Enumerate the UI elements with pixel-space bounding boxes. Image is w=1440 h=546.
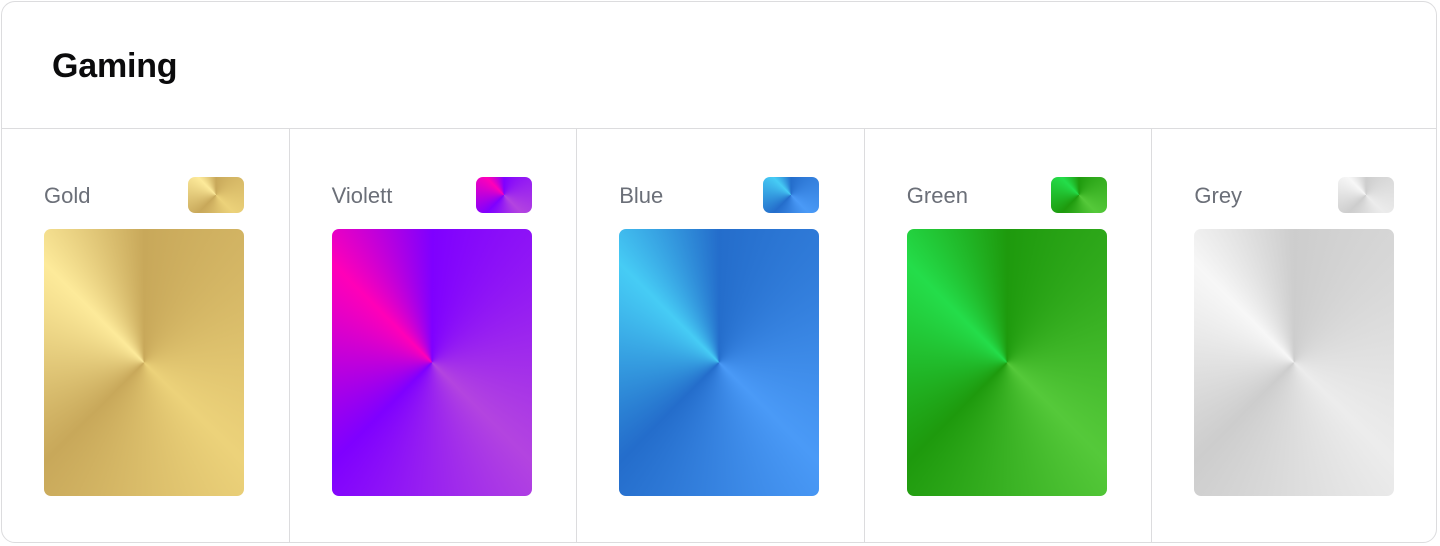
gradient-card-blue[interactable] <box>619 229 820 496</box>
gradient-card-violett[interactable] <box>331 229 532 496</box>
gradient-card-green[interactable] <box>906 229 1107 496</box>
swatch-blue: Blue <box>577 129 865 542</box>
panel-header: Gaming <box>2 2 1436 129</box>
color-chip-blue[interactable] <box>763 177 820 213</box>
swatch-grey: Grey <box>1152 129 1436 542</box>
swatch-row: Gold Violett Blue Green Grey <box>2 129 1436 542</box>
swatch-green: Green <box>865 129 1153 542</box>
swatch-label: Gold <box>44 183 91 208</box>
panel-title: Gaming <box>52 47 178 85</box>
gaming-color-panel: Gaming Gold Violett Blue Green Grey <box>1 1 1437 543</box>
swatch-violett: Violett <box>290 129 578 542</box>
swatch-label: Green <box>906 183 968 208</box>
color-chip-green[interactable] <box>1050 177 1107 213</box>
swatch-gold: Gold <box>2 129 290 542</box>
swatch-label: Grey <box>1194 183 1243 208</box>
gradient-card-gold[interactable] <box>44 229 244 496</box>
color-chip-violett[interactable] <box>475 177 532 213</box>
swatch-label: Violett <box>331 183 393 208</box>
swatch-label: Blue <box>619 183 664 208</box>
gradient-card-grey[interactable] <box>1194 229 1395 496</box>
color-chip-grey[interactable] <box>1338 177 1395 213</box>
color-chip-gold[interactable] <box>188 177 244 213</box>
